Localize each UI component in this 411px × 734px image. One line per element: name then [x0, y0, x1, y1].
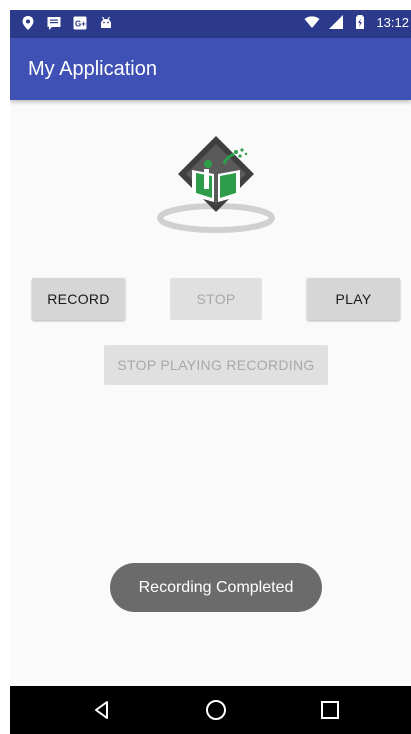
recents-icon[interactable]	[316, 696, 344, 724]
svg-text:G+: G+	[75, 20, 86, 29]
android-icon	[101, 16, 111, 28]
back-icon[interactable]	[88, 696, 116, 724]
status-bar: G+ 13:12	[10, 10, 411, 38]
notification-icons: G+	[20, 15, 114, 31]
location-pin-icon	[22, 16, 34, 30]
home-icon[interactable]	[202, 696, 230, 724]
cellular-signal-icon	[329, 15, 344, 29]
app-title: My Application	[28, 58, 157, 80]
logo-image	[157, 136, 275, 233]
system-icons: 13:12	[304, 14, 409, 30]
phone-screen: G+ 13:12 My Application RECORD STOP PLAY…	[10, 10, 411, 734]
play-button[interactable]: PLAY	[307, 278, 400, 320]
toast-message: Recording Completed	[110, 563, 322, 612]
record-button[interactable]: RECORD	[32, 278, 125, 320]
stop-button[interactable]: STOP	[170, 278, 262, 320]
stop-playing-recording-button[interactable]: STOP PLAYING RECORDING	[104, 345, 328, 385]
navigation-bar	[10, 686, 411, 734]
message-icon	[47, 17, 61, 30]
clock: 13:12	[376, 14, 409, 30]
google-plus-icon: G+	[73, 16, 87, 30]
battery-icon	[356, 15, 365, 29]
wifi-icon	[304, 16, 320, 28]
app-bar: My Application	[10, 38, 411, 100]
